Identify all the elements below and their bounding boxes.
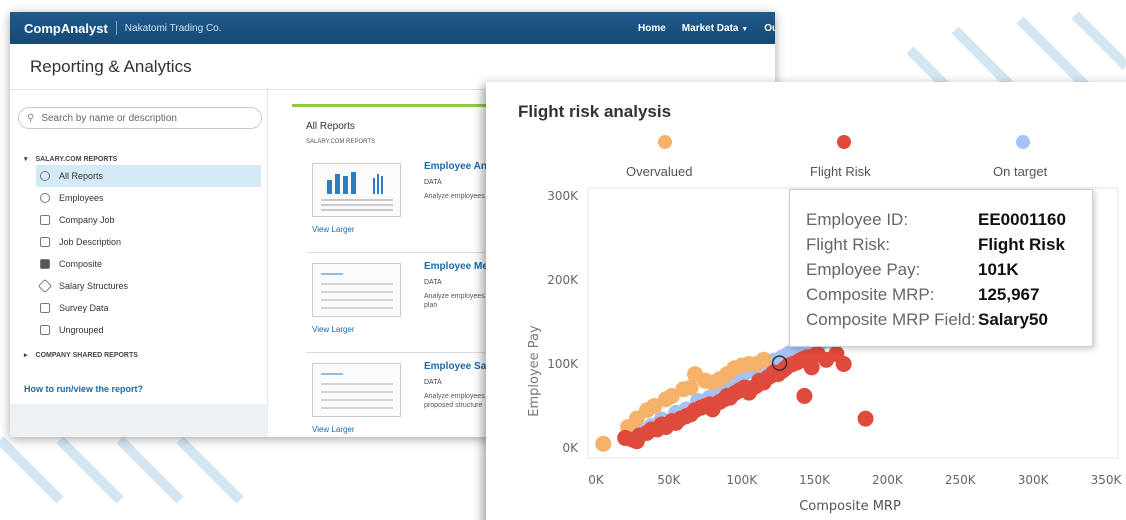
data-point-flight-risk[interactable] — [857, 410, 874, 427]
sidebar-item-employees[interactable]: Employees — [36, 187, 261, 209]
nav-our[interactable]: Our C — [764, 23, 775, 34]
sidebar-item-label: Survey Data — [59, 303, 109, 313]
search-placeholder: Search by name or description — [41, 112, 177, 124]
sidebar-item-job-description[interactable]: Job Description — [36, 231, 261, 253]
view-larger-link[interactable]: View Larger — [312, 425, 355, 434]
company-name: Nakatomi Trading Co. — [124, 22, 222, 34]
briefcase-icon — [40, 215, 50, 225]
flight-risk-panel: Flight risk analysis Overvalued Flight R… — [486, 82, 1126, 520]
tooltip-label-composite-mrp-field: Composite MRP Field: — [806, 310, 976, 329]
table-thumbnail-icon — [321, 273, 393, 309]
x-axis-ticks: 0K 50K 100K 150K 200K 250K 300K 350K — [588, 473, 1122, 487]
caret-down-icon: ▾ — [24, 156, 28, 163]
y-tick-label: 0K — [562, 441, 579, 455]
cube-icon — [40, 259, 50, 269]
tooltip-value-composite-mrp-field: Salary50 — [978, 310, 1048, 329]
reports-subtitle: SALARY.COM REPORTS — [306, 139, 376, 145]
reports-title: All Reports — [306, 121, 355, 132]
report-type: DATA — [424, 179, 442, 186]
y-tick-label: 200K — [547, 273, 579, 287]
tooltip-value-employee-id: EE0001160 — [978, 210, 1066, 229]
report-thumbnail[interactable] — [312, 263, 401, 317]
sidebar-item-label: Salary Structures — [59, 281, 129, 291]
report-type: DATA — [424, 279, 442, 286]
search-icon: ⚲ — [27, 112, 35, 124]
y-tick-label: 300K — [547, 189, 579, 203]
sidebar-item-all-reports[interactable]: All Reports — [36, 165, 261, 187]
x-axis-label: Composite MRP — [799, 499, 901, 514]
tooltip-label-composite-mrp: Composite MRP: — [806, 285, 935, 304]
point-tooltip: Employee ID: EE0001160 Flight Risk: Flig… — [789, 189, 1093, 347]
people-icon — [40, 193, 50, 203]
x-tick-label: 0K — [588, 473, 605, 487]
tag-icon — [37, 278, 53, 294]
document-icon — [40, 237, 50, 247]
stage: CompAnalyst Nakatomi Trading Co. Home Ma… — [0, 0, 1126, 520]
data-points — [595, 330, 874, 452]
reports-sidebar: ⚲ Search by name or description ▾ SALARY… — [10, 90, 268, 437]
data-point-overvalued[interactable] — [595, 435, 612, 452]
clipboard-icon — [40, 303, 50, 313]
y-tick-label: 100K — [547, 357, 579, 371]
brand-logo[interactable]: CompAnalyst — [24, 21, 108, 36]
data-point-overvalued[interactable] — [755, 351, 772, 368]
nav-market-data-label: Market Data — [681, 22, 739, 34]
sidebar-item-label: Company Job — [59, 215, 115, 225]
tooltip-value-employee-pay: 101K — [978, 260, 1019, 279]
sidebar-item-label: All Reports — [59, 171, 104, 181]
caret-right-icon: ▸ — [24, 352, 28, 359]
report-type: DATA — [424, 379, 442, 386]
tooltip-label-employee-id: Employee ID: — [806, 210, 909, 229]
x-tick-label: 300K — [1018, 473, 1050, 487]
data-point-flight-risk[interactable] — [796, 387, 813, 404]
tooltip-label-employee-pay: Employee Pay: — [806, 260, 921, 279]
sidebar-item-ungrouped[interactable]: Ungrouped — [36, 319, 261, 341]
table-thumbnail-icon — [321, 373, 393, 409]
sidebar-footer — [10, 404, 268, 437]
sidebar-item-company-job[interactable]: Company Job — [36, 209, 261, 231]
x-tick-label: 350K — [1091, 473, 1123, 487]
sidebar-item-composite[interactable]: Composite — [36, 253, 261, 275]
chevron-down-icon: ▼ — [741, 25, 749, 33]
report-name[interactable]: Employee Sal — [424, 361, 489, 372]
globe-icon — [40, 171, 50, 181]
x-tick-label: 250K — [945, 473, 977, 487]
x-tick-label: 50K — [657, 473, 681, 487]
tooltip-label-flight-risk: Flight Risk: — [806, 235, 891, 254]
view-larger-link[interactable]: View Larger — [312, 225, 355, 234]
sidebar-item-label: Job Description — [59, 237, 122, 247]
report-name[interactable]: Employee An — [424, 161, 487, 172]
nav-home[interactable]: Home — [638, 23, 666, 34]
report-thumbnail[interactable] — [312, 363, 401, 417]
sidebar-item-label: Ungrouped — [59, 325, 104, 335]
tooltip-value-flight-risk: Flight Risk — [978, 235, 1065, 254]
search-input[interactable]: ⚲ Search by name or description — [18, 107, 262, 129]
y-axis-ticks: 0K 100K 200K 300K — [547, 189, 579, 455]
top-navbar: CompAnalyst Nakatomi Trading Co. Home Ma… — [10, 12, 775, 44]
y-axis-label: Employee Pay — [527, 325, 542, 417]
x-tick-label: 150K — [799, 473, 831, 487]
sidebar-item-label: Composite — [59, 259, 103, 269]
x-tick-label: 200K — [872, 473, 904, 487]
nav-market-data[interactable]: Market Data ▼ — [682, 23, 748, 34]
sidebar-item-salary-structures[interactable]: Salary Structures — [36, 275, 261, 297]
help-link[interactable]: How to run/view the report? — [24, 384, 143, 394]
bar-chart-thumbnail-icon — [321, 172, 393, 211]
section-company-shared-label: COMPANY SHARED REPORTS — [35, 351, 138, 359]
report-name[interactable]: Employee Me — [424, 261, 488, 272]
x-tick-label: 100K — [726, 473, 758, 487]
section-company-shared-reports[interactable]: ▸ COMPANY SHARED REPORTS — [24, 351, 138, 360]
main-nav: Home Market Data ▼ Our C — [638, 12, 775, 44]
view-larger-link[interactable]: View Larger — [312, 325, 355, 334]
section-salary-reports[interactable]: ▾ SALARY.COM REPORTS — [24, 155, 118, 164]
tooltip-value-composite-mrp: 125,967 — [978, 285, 1040, 304]
sidebar-item-label: Employees — [59, 193, 104, 203]
report-thumbnail[interactable] — [312, 163, 401, 217]
clipboard-icon — [40, 325, 50, 335]
section-salary-reports-label: SALARY.COM REPORTS — [35, 155, 118, 163]
sidebar-item-survey-data[interactable]: Survey Data — [36, 297, 261, 319]
brand-divider — [115, 21, 117, 35]
data-point-flight-risk[interactable] — [835, 356, 852, 372]
